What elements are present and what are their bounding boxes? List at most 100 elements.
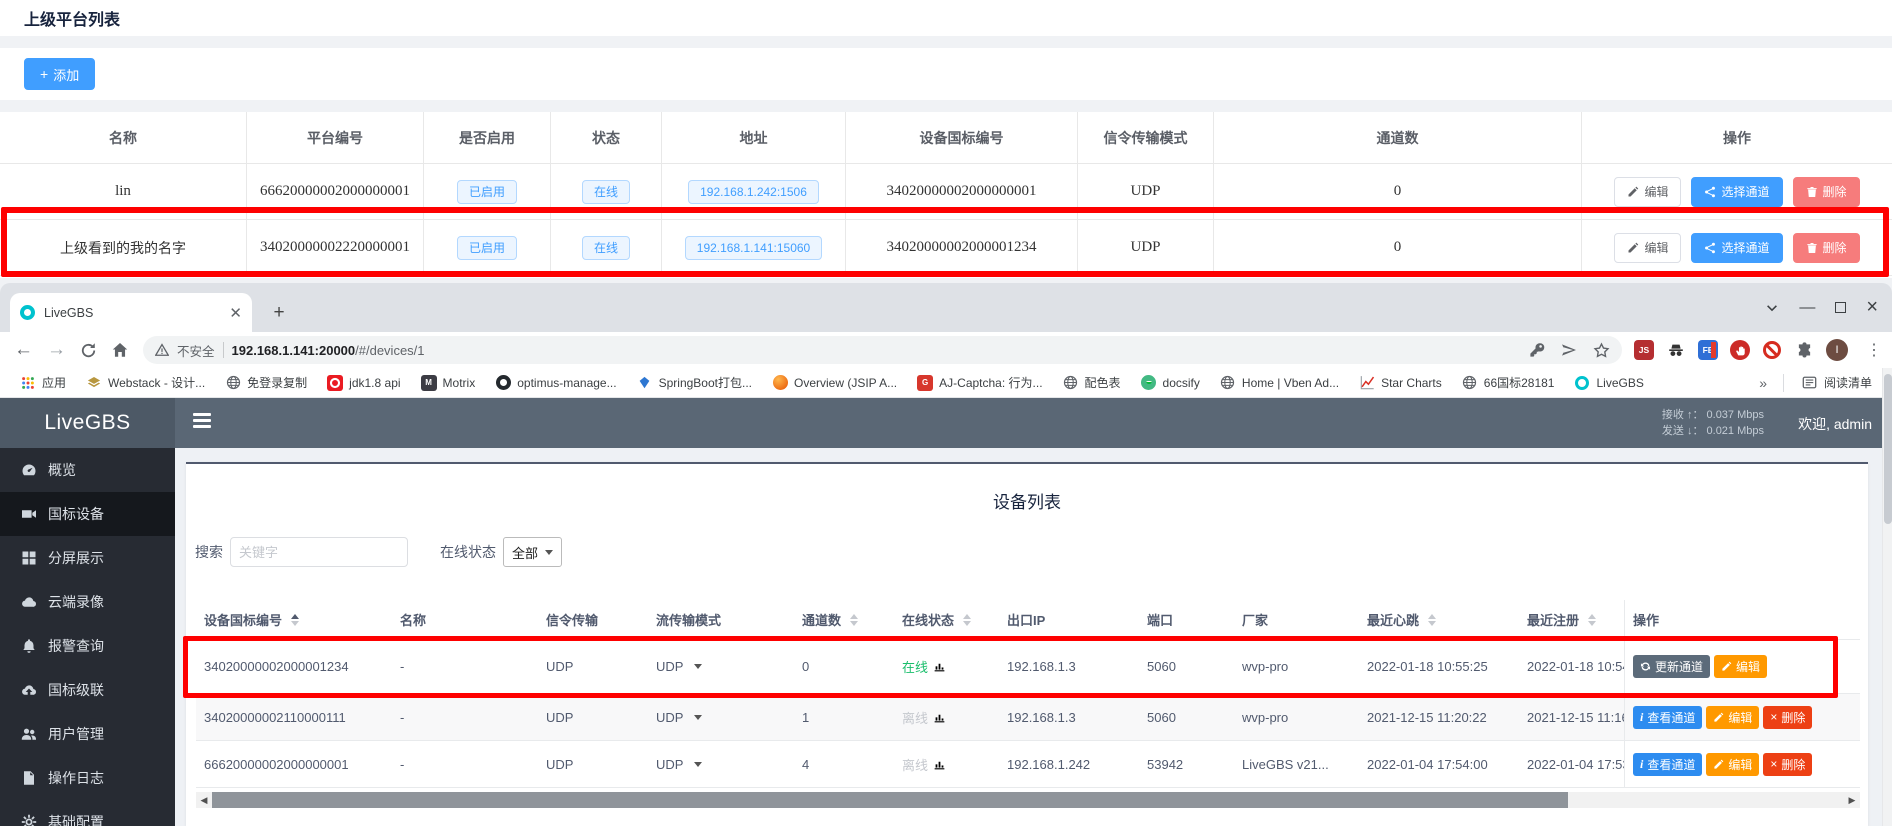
forward-button[interactable]: → (47, 339, 66, 361)
delete-button[interactable]: ×删除 (1763, 706, 1812, 729)
bookmark-star-icon[interactable] (1593, 342, 1610, 359)
address-badge[interactable]: 192.168.1.141:15060 (685, 236, 822, 260)
fe-extension-icon[interactable]: FE (1698, 340, 1718, 360)
bandwidth-chart-icon[interactable] (933, 758, 946, 771)
add-platform-button[interactable]: + 添加 (24, 58, 95, 90)
scrollbar-thumb[interactable] (212, 792, 1568, 808)
recv-rate: 接收 ↑： 0.037 Mbps (1662, 407, 1764, 423)
browser-tab-livegbs[interactable]: LiveGBS ✕ (10, 293, 252, 332)
welcome-user-label[interactable]: 欢迎, admin (1798, 414, 1872, 434)
delete-button[interactable]: ×删除 (1763, 753, 1812, 776)
window-maximize-button[interactable] (1835, 302, 1846, 313)
select-channel-button[interactable]: 选择通道 (1691, 233, 1782, 263)
new-tab-button[interactable]: + (265, 299, 293, 327)
sort-icon[interactable] (1588, 614, 1596, 626)
sidebar-item-user-management[interactable]: 用户管理 (0, 712, 175, 756)
edit-button[interactable]: 编辑 (1706, 706, 1759, 729)
sidebar-item-alarm-query[interactable]: 报警查询 (0, 624, 175, 668)
cell-stream-mode-select[interactable]: UDP (648, 710, 794, 725)
col-channels[interactable]: 通道数 (794, 610, 894, 629)
bookmark-overview-jsip[interactable]: Overview (JSIP A... (764, 372, 905, 394)
view-channels-button[interactable]: i查看通道 (1633, 753, 1702, 776)
back-button[interactable]: ← (14, 339, 33, 361)
bookmark-copy-free[interactable]: 免登录复制 (217, 371, 315, 394)
sidebar-item-overview[interactable]: 概览 (0, 448, 175, 492)
sort-icon[interactable] (850, 614, 858, 626)
bookmarks-divider (1783, 374, 1784, 392)
sidebar-collapse-hamburger-icon[interactable] (193, 413, 213, 431)
bookmark-webstack[interactable]: Webstack - 设计... (78, 371, 213, 394)
edit-button[interactable]: 编辑 (1706, 753, 1759, 776)
bookmark-aj-captcha[interactable]: GAJ-Captcha: 行为... (909, 371, 1050, 394)
bandwidth-chart-icon[interactable] (933, 711, 946, 724)
sidebar-item-gb-cascade[interactable]: 国标级联 (0, 668, 175, 712)
bookmarks-overflow-chevrons[interactable]: » (1753, 375, 1773, 391)
chevron-down-icon (694, 715, 702, 720)
bookmark-livegbs[interactable]: LiveGBS (1566, 372, 1651, 394)
bookmark-springboot[interactable]: SpringBoot打包... (629, 371, 760, 394)
bookmark-gb28181[interactable]: 66国标28181 (1454, 371, 1563, 394)
edit-button[interactable]: 编辑 (1614, 233, 1681, 263)
search-input[interactable] (230, 537, 408, 567)
update-channels-button[interactable]: 更新通道 (1633, 655, 1710, 678)
col-last-heartbeat[interactable]: 最近心跳 (1359, 610, 1519, 629)
bookmark-jdk-api[interactable]: jdk1.8 api (319, 372, 408, 394)
edit-button[interactable]: 编辑 (1714, 655, 1767, 678)
bookmark-apps[interactable]: 应用 (12, 371, 74, 394)
sidebar-item-operation-log[interactable]: 操作日志 (0, 756, 175, 800)
reading-list-button[interactable]: 阅读清单 (1794, 371, 1880, 394)
blocker-hand-extension-icon[interactable] (1730, 340, 1750, 360)
sidebar-item-split-screen[interactable]: 分屏展示 (0, 536, 175, 580)
app-logo[interactable]: LiveGBS (0, 398, 175, 448)
security-label[interactable]: 不安全 (177, 341, 215, 360)
address-badge[interactable]: 192.168.1.242:1506 (688, 180, 819, 204)
delete-button[interactable]: 删除 (1793, 177, 1860, 207)
bandwidth-chart-icon[interactable] (933, 660, 946, 673)
sidebar-item-gb-devices[interactable]: 国标设备 (0, 492, 175, 536)
apps-grid-icon (20, 375, 36, 391)
platform-panel-toolbar: + 添加 (0, 48, 1892, 100)
address-bar[interactable]: 不安全 192.168.1.141:20000/#/devices/1 (143, 336, 1622, 364)
scroll-right-arrow[interactable]: ▶ (1844, 792, 1860, 808)
delete-button[interactable]: 删除 (1793, 233, 1860, 263)
window-minimize-button[interactable]: — (1799, 299, 1815, 317)
reload-button[interactable] (80, 342, 97, 359)
sort-icon[interactable] (1428, 614, 1436, 626)
url-text[interactable]: 192.168.1.141:20000/#/devices/1 (232, 343, 425, 358)
bookmark-star-charts[interactable]: Star Charts (1351, 372, 1450, 394)
browser-vertical-scrollbar[interactable] (1882, 368, 1892, 826)
no-phone-extension-icon[interactable] (1762, 340, 1782, 360)
col-online-status[interactable]: 在线状态 (894, 610, 999, 629)
bookmark-vben-home[interactable]: Home | Vben Ad... (1212, 372, 1347, 394)
password-key-icon[interactable] (1529, 342, 1545, 358)
tab-close-icon[interactable]: ✕ (229, 304, 242, 322)
sort-icon[interactable] (291, 614, 299, 626)
sort-icon[interactable] (963, 614, 971, 626)
incognito-mask-extension-icon[interactable] (1666, 340, 1686, 360)
bookmark-docsify[interactable]: docsify (1133, 372, 1208, 394)
view-channels-button[interactable]: i查看通道 (1633, 706, 1702, 729)
bookmark-color-table[interactable]: 配色表 (1055, 371, 1129, 394)
window-close-button[interactable]: × (1866, 296, 1878, 319)
online-status-select[interactable]: 全部 (503, 537, 562, 567)
scroll-left-arrow[interactable]: ◀ (196, 792, 212, 808)
home-button[interactable] (111, 341, 129, 359)
sidebar-item-cloud-record[interactable]: 云端录像 (0, 580, 175, 624)
send-to-device-icon[interactable] (1561, 342, 1577, 358)
tab-search-chevron-icon[interactable] (1765, 301, 1779, 315)
extensions-puzzle-icon[interactable] (1794, 340, 1814, 360)
select-channel-button[interactable]: 选择通道 (1691, 177, 1782, 207)
cell-stream-mode-select[interactable]: UDP (648, 659, 794, 674)
cell-stream-mode-select[interactable]: UDP (648, 757, 794, 772)
js-extension-icon[interactable]: JS (1634, 340, 1654, 360)
bookmark-optimus[interactable]: optimus-manage... (487, 372, 624, 394)
col-gb-id[interactable]: 设备国标编号 (196, 610, 392, 629)
edit-button[interactable]: 编辑 (1614, 177, 1681, 207)
horizontal-scrollbar[interactable]: ◀ ▶ (196, 792, 1860, 808)
sidebar-item-basic-config[interactable]: 基础配置 (0, 800, 175, 826)
profile-avatar[interactable]: I (1826, 339, 1848, 361)
search-filter-row: 搜索 在线状态 全部 (195, 537, 562, 567)
browser-menu-kebab-icon[interactable]: ⋮ (1866, 340, 1882, 360)
vertical-scrollbar-thumb[interactable] (1884, 374, 1892, 524)
bookmark-motrix[interactable]: MMotrix (413, 372, 484, 394)
